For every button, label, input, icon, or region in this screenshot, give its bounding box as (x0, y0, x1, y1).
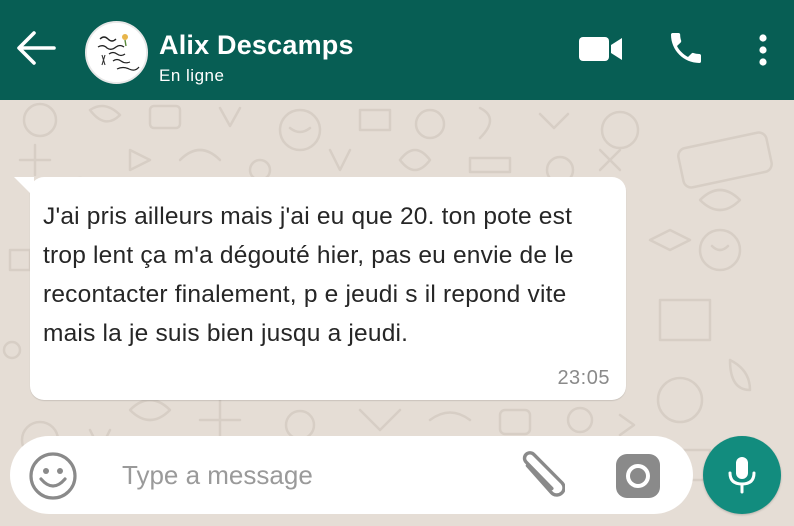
phone-icon (671, 33, 701, 63)
voice-call-button[interactable] (666, 28, 706, 68)
microphone-icon (728, 457, 756, 494)
back-button[interactable] (12, 26, 60, 70)
message-composer (10, 436, 693, 514)
chat-header: Alix Descamps En ligne (0, 0, 794, 100)
more-vertical-icon (759, 34, 767, 66)
contact-status: En ligne (159, 66, 225, 85)
video-call-button[interactable] (576, 33, 626, 65)
contact-name[interactable]: Alix Descamps (159, 30, 354, 61)
video-camera-icon (579, 37, 622, 61)
voice-message-button[interactable] (703, 436, 781, 514)
paperclip-icon (522, 451, 566, 497)
message-bubble[interactable]: J'ai pris ailleurs mais j'ai eu que 20. … (14, 177, 626, 400)
profile-logo-image (87, 23, 146, 82)
message-input[interactable] (122, 454, 502, 496)
emoji-icon (29, 452, 77, 500)
message-timestamp: 23:05 (557, 367, 610, 389)
more-options-button[interactable] (750, 30, 776, 70)
camera-button[interactable] (612, 450, 664, 502)
arrow-left-icon (17, 31, 56, 65)
bubble-tail (14, 177, 34, 197)
avatar[interactable] (85, 21, 148, 84)
attach-button[interactable] (515, 448, 566, 504)
camera-icon (616, 454, 660, 498)
emoji-button[interactable] (27, 450, 79, 502)
message-text: J'ai pris ailleurs mais j'ai eu que 20. … (43, 203, 574, 347)
